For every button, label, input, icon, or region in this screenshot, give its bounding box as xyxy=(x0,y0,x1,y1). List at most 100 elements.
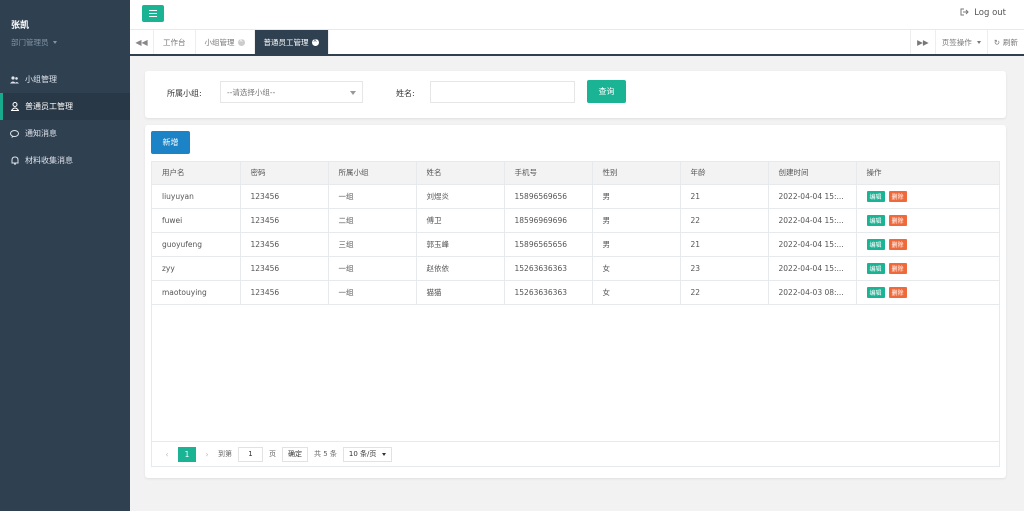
sidebar-item-groups[interactable]: 小组管理 xyxy=(0,66,130,93)
tab-employees[interactable]: 普通员工管理 × xyxy=(254,30,329,54)
tab-dashboard[interactable]: 工作台 xyxy=(154,30,196,54)
current-page[interactable]: 1 xyxy=(178,446,196,462)
topbar: Log out xyxy=(130,0,1024,30)
cell-created: 2022-04-04 15:... xyxy=(768,232,857,257)
refresh-icon: ↻ xyxy=(993,37,1000,47)
cell-password: 123456 xyxy=(240,184,329,209)
col-header[interactable]: 年龄 xyxy=(680,162,769,185)
page-size-select[interactable]: 10 条/页 xyxy=(342,446,393,462)
add-button[interactable]: 新增 xyxy=(151,131,190,154)
sidebar-item-label: 材料收集消息 xyxy=(25,156,73,165)
group-filter-label: 所属小组: xyxy=(167,89,202,98)
close-icon[interactable]: × xyxy=(311,38,319,46)
tab-groups[interactable]: 小组管理 × xyxy=(196,30,255,54)
cell-password: 123456 xyxy=(240,280,329,305)
menu-toggle-button[interactable] xyxy=(142,5,164,22)
table-row: zyy 123456 一组 赵依依 15263636363 女 23 2022-… xyxy=(152,256,999,281)
edit-button[interactable]: 编辑 xyxy=(866,286,885,298)
sidebar: 张凯 部门管理员 小组管理 普通员工管理 通知消息 材料收集消息 xyxy=(0,0,130,511)
col-header[interactable]: 用户名 xyxy=(152,162,241,185)
edit-button[interactable]: 编辑 xyxy=(866,238,885,250)
table-row: fuwei 123456 二组 傅卫 18596969696 男 22 2022… xyxy=(152,208,999,233)
name-input[interactable] xyxy=(430,81,575,103)
cell-password: 123456 xyxy=(240,256,329,281)
tab-actions-dropdown[interactable]: 页签操作 xyxy=(934,30,987,54)
cell-name: 刘煜炎 xyxy=(416,184,505,209)
cell-group: 一组 xyxy=(328,280,417,305)
delete-button[interactable]: 删除 xyxy=(888,286,907,298)
sidebar-item-notifications[interactable]: 通知消息 xyxy=(0,120,130,147)
edit-button[interactable]: 编辑 xyxy=(866,190,885,202)
close-icon[interactable]: × xyxy=(237,38,245,46)
delete-button[interactable]: 删除 xyxy=(888,262,907,274)
total-count: 共 5 条 xyxy=(314,450,337,458)
cell-password: 123456 xyxy=(240,232,329,257)
refresh-button[interactable]: ↻ 刷新 xyxy=(986,30,1024,54)
col-header[interactable]: 手机号 xyxy=(504,162,593,185)
cell-username: maotouying xyxy=(152,280,241,305)
logout-label: Log out xyxy=(974,8,1006,18)
cell-phone: 15896569656 xyxy=(504,184,593,209)
prev-page-button[interactable]: ‹ xyxy=(162,450,172,459)
search-panel: 所属小组: --请选择小组-- 姓名: 查询 xyxy=(145,71,1006,118)
sidebar-item-label: 普通员工管理 xyxy=(25,102,73,111)
page-size-value: 10 条/页 xyxy=(348,450,377,458)
cell-gender: 女 xyxy=(592,256,681,281)
col-header[interactable]: 姓名 xyxy=(416,162,505,185)
sidebar-item-label: 通知消息 xyxy=(25,129,57,138)
col-header[interactable]: 密码 xyxy=(240,162,329,185)
tab-list: 工作台 小组管理 × 普通员工管理 × xyxy=(154,30,329,54)
tabs-scroll-left-button[interactable]: ◀◀ xyxy=(130,30,154,54)
cell-phone: 15263636363 xyxy=(504,280,593,305)
col-header: 操作 xyxy=(856,162,999,185)
sidebar-item-employees[interactable]: 普通员工管理 xyxy=(0,93,130,120)
cell-phone: 15263636363 xyxy=(504,256,593,281)
group-select[interactable]: --请选择小组-- xyxy=(220,81,363,103)
cell-actions: 编辑 删除 xyxy=(856,184,999,209)
col-header[interactable]: 性别 xyxy=(592,162,681,185)
cell-password: 123456 xyxy=(240,208,329,233)
table-panel: 新增 用户名 密码 所属小组 姓名 手机号 性别 年龄 创建时间 操作 liuy… xyxy=(145,125,1006,478)
user-role-dropdown[interactable]: 部门管理员 xyxy=(11,37,130,48)
goto-confirm-button[interactable]: 确定 xyxy=(282,446,308,462)
delete-button[interactable]: 删除 xyxy=(888,214,907,226)
user-name: 张凯 xyxy=(11,21,30,31)
cell-username: guoyufeng xyxy=(152,232,241,257)
caret-down-icon xyxy=(976,40,981,44)
delete-button[interactable]: 删除 xyxy=(888,190,907,202)
table-row: liuyuyan 123456 一组 刘煜炎 15896569656 男 21 … xyxy=(152,184,999,209)
cell-actions: 编辑 删除 xyxy=(856,208,999,233)
cell-name: 傅卫 xyxy=(416,208,505,233)
sidebar-item-materials[interactable]: 材料收集消息 xyxy=(0,147,130,174)
cell-age: 22 xyxy=(680,280,769,305)
cell-actions: 编辑 删除 xyxy=(856,232,999,257)
page-unit-label: 页 xyxy=(269,450,276,458)
next-page-button[interactable]: › xyxy=(202,450,212,459)
edit-button[interactable]: 编辑 xyxy=(866,214,885,226)
cell-age: 23 xyxy=(680,256,769,281)
group-select-value: --请选择小组-- xyxy=(227,87,276,97)
tabs-scroll-right-button[interactable]: ▶▶ xyxy=(910,30,935,54)
pagination: ‹ 1 › 到第 1 页 确定 共 5 条 10 条/页 xyxy=(152,441,999,466)
cell-username: liuyuyan xyxy=(152,184,241,209)
sidebar-item-label: 小组管理 xyxy=(25,75,57,84)
delete-button[interactable]: 删除 xyxy=(888,238,907,250)
edit-button[interactable]: 编辑 xyxy=(866,262,885,274)
cell-name: 猫猫 xyxy=(416,280,505,305)
name-filter-label: 姓名: xyxy=(396,89,415,98)
query-button[interactable]: 查询 xyxy=(587,80,626,103)
logout-button[interactable]: Log out xyxy=(960,8,1006,18)
cell-age: 21 xyxy=(680,232,769,257)
col-header[interactable]: 创建时间 xyxy=(768,162,857,185)
tab-right-actions: ▶▶ 页签操作 ↻ 刷新 xyxy=(910,30,1024,54)
goto-page-input[interactable]: 1 xyxy=(238,446,263,462)
cell-gender: 女 xyxy=(592,280,681,305)
cell-gender: 男 xyxy=(592,232,681,257)
user-profile: 张凯 部门管理员 xyxy=(0,0,130,66)
cell-created: 2022-04-04 15:... xyxy=(768,256,857,281)
caret-down-icon xyxy=(52,41,57,44)
cell-group: 一组 xyxy=(328,256,417,281)
col-header[interactable]: 所属小组 xyxy=(328,162,417,185)
logout-icon xyxy=(960,8,969,18)
tab-actions-label: 页签操作 xyxy=(941,37,972,47)
